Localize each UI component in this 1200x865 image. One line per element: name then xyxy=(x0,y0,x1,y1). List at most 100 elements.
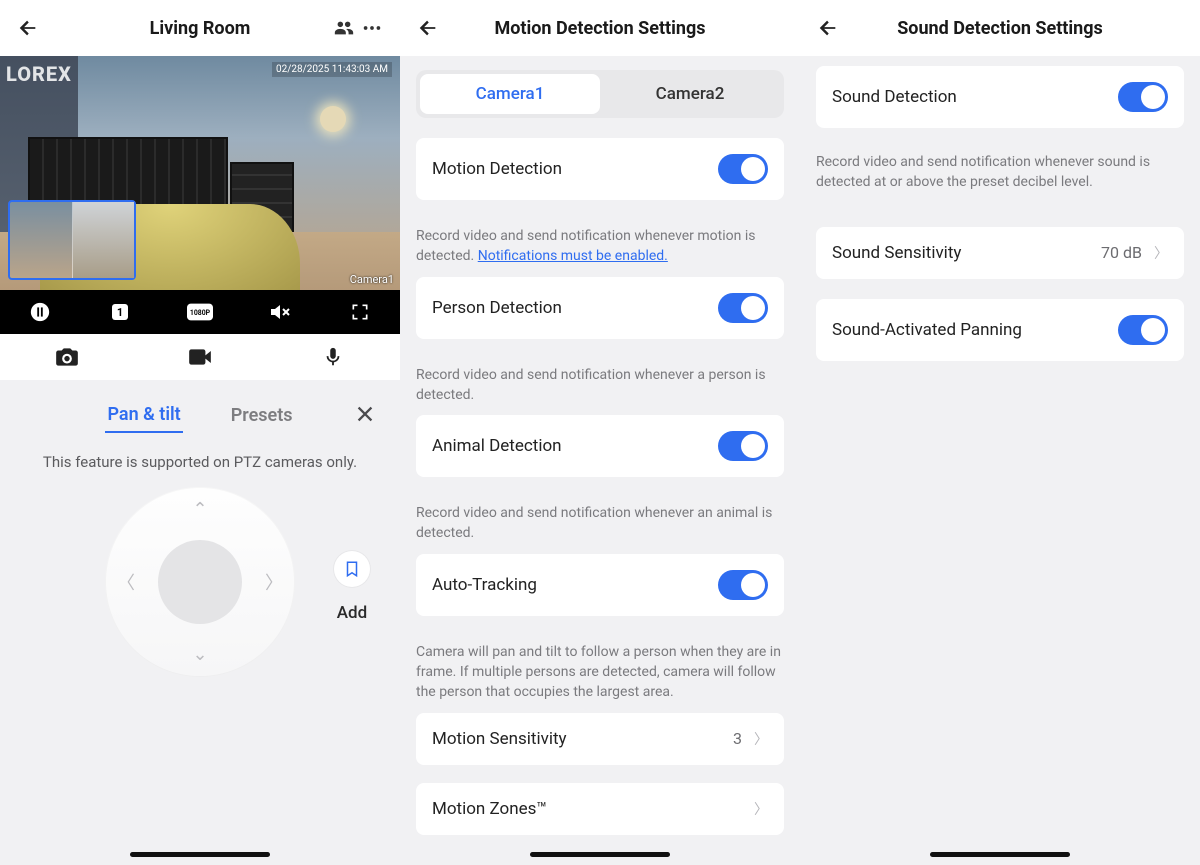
page-title: Sound Detection Settings xyxy=(800,18,1200,39)
motion-sensitivity-row[interactable]: Motion Sensitivity 3 〉 xyxy=(416,713,784,765)
grid-button[interactable]: 1 xyxy=(107,299,133,325)
sound-detection-toggle[interactable] xyxy=(1118,82,1168,112)
svg-text:1: 1 xyxy=(117,306,123,319)
person-detection-label: Person Detection xyxy=(432,298,562,318)
fullscreen-button[interactable] xyxy=(347,299,373,325)
sound-detection-label: Sound Detection xyxy=(832,87,957,107)
animal-detection-label: Animal Detection xyxy=(432,436,562,456)
motion-detection-toggle[interactable] xyxy=(718,154,768,184)
add-preset-button[interactable] xyxy=(334,551,370,587)
arrow-left-icon xyxy=(417,17,439,39)
chevron-right-icon: 〉 xyxy=(1154,243,1168,263)
pane-motion-settings: Motion Detection Settings Camera1 Camera… xyxy=(400,0,800,865)
auto-tracking-label: Auto-Tracking xyxy=(432,575,537,595)
brand-watermark: LOREX xyxy=(6,62,72,86)
arrow-left-icon xyxy=(817,17,839,39)
grid-one-icon: 1 xyxy=(108,300,132,324)
dpad-down[interactable]: ⌄ xyxy=(192,644,207,665)
dpad-up[interactable]: ⌃ xyxy=(192,499,207,520)
chevron-right-icon: 〉 xyxy=(754,799,768,819)
back-button[interactable] xyxy=(14,14,42,42)
pause-button[interactable] xyxy=(27,299,53,325)
dpad-center[interactable] xyxy=(158,540,242,624)
motion-detection-desc: Record video and send notification whene… xyxy=(416,226,784,267)
dpad-right[interactable]: 〉 xyxy=(265,569,283,595)
camera-segment-control: Camera1 Camera2 xyxy=(416,70,784,118)
motion-zones-row[interactable]: Motion Zones™ 〉 xyxy=(416,783,784,835)
motion-sensitivity-value: 3 xyxy=(733,729,742,748)
resolution-1080p-icon: 1080P xyxy=(187,301,213,323)
segment-camera1[interactable]: Camera1 xyxy=(420,74,600,114)
sound-sensitivity-label: Sound Sensitivity xyxy=(832,243,961,263)
sound-topbar: Sound Detection Settings xyxy=(800,0,1200,56)
live-topbar: Living Room xyxy=(0,0,400,56)
motion-detection-card: Motion Detection xyxy=(416,138,784,200)
video-camera-icon xyxy=(187,343,213,371)
video-controls-bar: 1 1080P xyxy=(0,290,400,334)
microphone-icon xyxy=(322,344,344,370)
chevron-right-icon: 〉 xyxy=(754,729,768,749)
person-detection-card: Person Detection xyxy=(416,277,784,339)
sound-sensitivity-row[interactable]: Sound Sensitivity 70 dB 〉 xyxy=(816,227,1184,279)
ptz-note-text: This feature is supported on PTZ cameras… xyxy=(0,453,400,471)
people-icon-button[interactable] xyxy=(330,14,358,42)
motion-zones-label: Motion Zones™ xyxy=(432,799,547,819)
tab-pan-tilt[interactable]: Pan & tilt xyxy=(105,398,182,433)
animal-detection-desc: Record video and send notification whene… xyxy=(416,503,784,544)
animal-detection-toggle[interactable] xyxy=(718,431,768,461)
tab-presets[interactable]: Presets xyxy=(229,399,295,432)
page-title: Motion Detection Settings xyxy=(400,18,800,39)
sound-panning-card: Sound-Activated Panning xyxy=(816,299,1184,361)
camera-icon xyxy=(54,344,80,370)
pane-sound-settings: Sound Detection Settings Sound Detection… xyxy=(800,0,1200,865)
ptz-tabs: Pan & tilt Presets xyxy=(0,398,400,433)
sound-sensitivity-value: 70 dB xyxy=(1101,243,1142,262)
bookmark-icon xyxy=(343,560,361,578)
dpad-control[interactable]: ⌃ ⌄ 〈 〉 xyxy=(105,487,295,677)
more-horizontal-icon xyxy=(361,17,383,39)
fullscreen-icon xyxy=(350,302,370,322)
motion-detection-label: Motion Detection xyxy=(432,159,562,179)
mic-button[interactable] xyxy=(320,344,346,370)
back-button[interactable] xyxy=(414,14,442,42)
sound-panning-label: Sound-Activated Panning xyxy=(832,320,1022,340)
close-ptz-button[interactable] xyxy=(354,403,376,429)
more-button[interactable] xyxy=(358,14,386,42)
camera-video-feed[interactable]: LOREX 02/28/2025 11:43:03 AM Camera1 xyxy=(0,56,400,290)
arrow-left-icon xyxy=(17,17,39,39)
mute-button[interactable] xyxy=(267,299,293,325)
pip-thumbnail[interactable] xyxy=(8,200,136,280)
home-indicator xyxy=(530,852,670,857)
sound-detection-desc: Record video and send notification whene… xyxy=(816,152,1184,193)
add-preset-area: Add xyxy=(334,551,370,623)
svg-text:1080P: 1080P xyxy=(190,309,211,317)
auto-tracking-desc: Camera will pan and tilt to follow a per… xyxy=(416,642,784,703)
home-indicator xyxy=(130,852,270,857)
home-indicator xyxy=(930,852,1070,857)
close-icon xyxy=(354,403,376,425)
record-button[interactable] xyxy=(187,344,213,370)
motion-topbar: Motion Detection Settings xyxy=(400,0,800,56)
notifications-link[interactable]: Notifications must be enabled. xyxy=(478,248,668,264)
speaker-muted-icon xyxy=(268,300,292,324)
motion-sensitivity-label: Motion Sensitivity xyxy=(432,729,567,749)
dpad-left[interactable]: 〈 xyxy=(117,569,135,595)
person-detection-desc: Record video and send notification whene… xyxy=(416,365,784,406)
person-detection-toggle[interactable] xyxy=(718,293,768,323)
segment-camera2[interactable]: Camera2 xyxy=(600,74,780,114)
sound-panning-toggle[interactable] xyxy=(1118,315,1168,345)
pause-icon xyxy=(29,301,51,323)
people-icon xyxy=(333,17,355,39)
snapshot-button[interactable] xyxy=(54,344,80,370)
dpad-area: ⌃ ⌄ 〈 〉 Add xyxy=(0,487,400,737)
capture-controls-bar xyxy=(0,334,400,380)
camera-overlay-label: Camera1 xyxy=(350,273,394,286)
pane-live-view: Living Room LOREX 02/28/2025 11:43:03 AM… xyxy=(0,0,400,865)
auto-tracking-toggle[interactable] xyxy=(718,570,768,600)
sound-detection-card: Sound Detection xyxy=(816,66,1184,128)
auto-tracking-card: Auto-Tracking xyxy=(416,554,784,616)
add-preset-label: Add xyxy=(334,603,370,623)
video-timestamp: 02/28/2025 11:43:03 AM xyxy=(272,62,392,77)
resolution-button[interactable]: 1080P xyxy=(187,299,213,325)
back-button[interactable] xyxy=(814,14,842,42)
